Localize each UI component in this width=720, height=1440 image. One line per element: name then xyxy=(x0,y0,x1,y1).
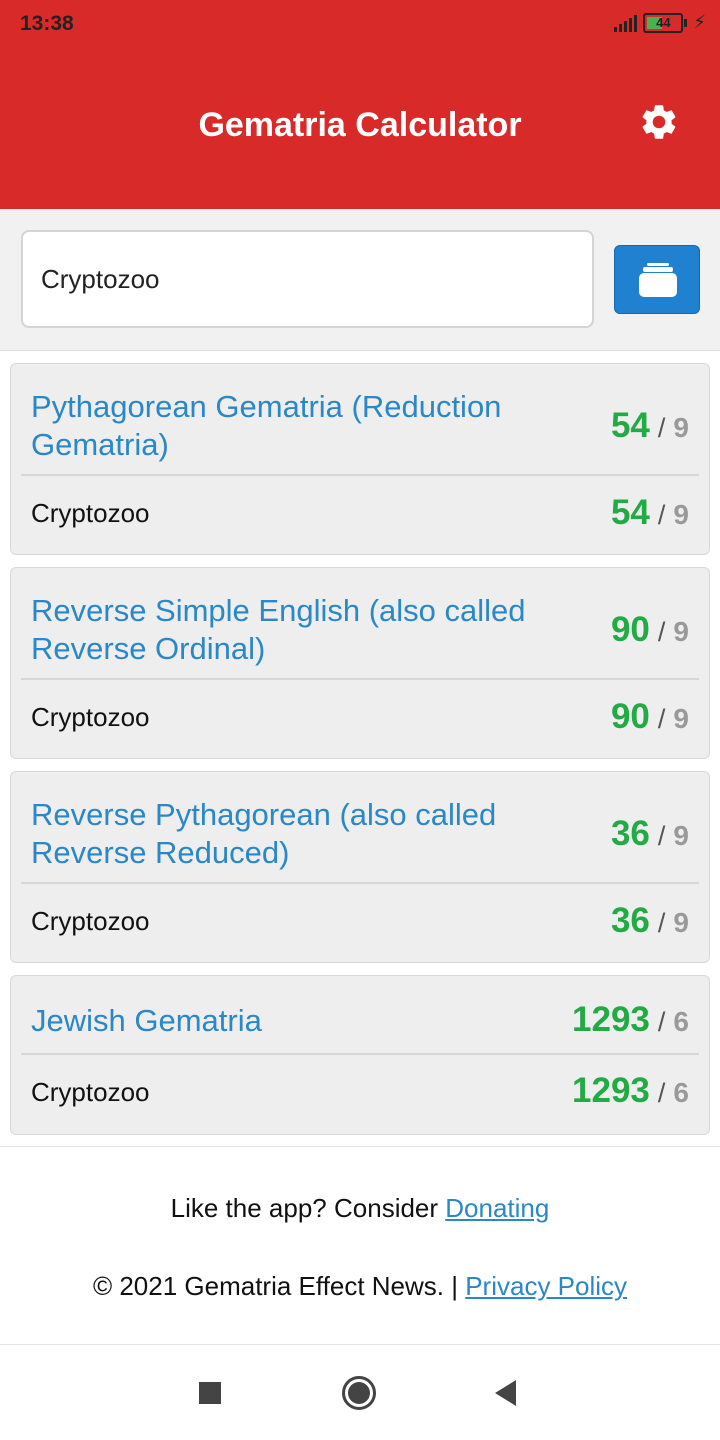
donate-link[interactable]: Donating xyxy=(445,1193,549,1223)
value-main: 36 xyxy=(610,901,650,940)
result-card: Pythagorean Gematria (Reduction Gematria… xyxy=(10,363,710,555)
cipher-name[interactable]: Jewish Gematria xyxy=(31,1002,571,1040)
battery-level: 44 xyxy=(656,14,671,30)
value-reduced: 9 xyxy=(673,820,689,851)
back-triangle-icon xyxy=(495,1380,516,1406)
value-main: 1293 xyxy=(572,1000,650,1039)
signal-icon xyxy=(614,14,638,32)
donate-line: Like the app? Consider Donating xyxy=(0,1193,720,1224)
recents-button[interactable] xyxy=(198,1381,222,1410)
battery-tip xyxy=(684,18,688,27)
charging-icon: ⚡ xyxy=(693,12,706,32)
copyright-line: © 2021 Gematria Effect News. | Privacy P… xyxy=(0,1271,720,1302)
value-main: 1293 xyxy=(572,1071,650,1110)
settings-button[interactable] xyxy=(638,101,680,143)
footer-divider xyxy=(0,1146,720,1147)
cipher-name[interactable]: Reverse Simple English (also called Reve… xyxy=(31,592,571,668)
value-separator: / xyxy=(657,908,666,938)
value-separator: / xyxy=(657,704,666,734)
status-time: 13:38 xyxy=(20,12,74,35)
value-separator: / xyxy=(657,1007,666,1037)
square-icon xyxy=(199,1382,221,1404)
copyright-text: © 2021 Gematria Effect News. | xyxy=(92,1271,466,1301)
gear-icon xyxy=(642,105,676,139)
privacy-policy-link[interactable]: Privacy Policy xyxy=(465,1271,627,1301)
value-reduced: 9 xyxy=(673,412,689,443)
value-separator: / xyxy=(657,413,666,443)
value-separator: / xyxy=(657,1078,666,1108)
word-label: Cryptozoo xyxy=(31,498,150,528)
word-label: Cryptozoo xyxy=(31,702,150,732)
cipher-value: 90 / 9 xyxy=(611,610,689,650)
back-button[interactable] xyxy=(494,1379,518,1412)
cipher-value: 1293 / 6 xyxy=(572,1000,689,1040)
value-separator: / xyxy=(657,821,666,851)
value-reduced: 9 xyxy=(673,907,689,938)
result-card: Jewish Gematria 1293 / 6 Cryptozoo 1293 … xyxy=(10,975,710,1135)
value-main: 36 xyxy=(610,814,650,853)
search-area: Cryptozoo xyxy=(0,209,720,351)
cipher-value: 36 / 9 xyxy=(611,814,689,854)
calculate-button[interactable] xyxy=(614,245,700,314)
value-separator: / xyxy=(657,500,666,530)
battery-icon: 44 xyxy=(643,12,684,33)
status-icons: 44 ⚡ xyxy=(614,12,706,33)
search-input[interactable]: Cryptozoo xyxy=(21,230,594,328)
word-label: Cryptozoo xyxy=(31,1077,150,1107)
value-reduced: 9 xyxy=(673,703,689,734)
value-main: 90 xyxy=(610,697,650,736)
value-main: 54 xyxy=(610,493,650,532)
word-value: 36 / 9 xyxy=(611,901,689,941)
word-value: 90 / 9 xyxy=(611,697,689,737)
value-reduced: 6 xyxy=(673,1077,689,1108)
home-button[interactable] xyxy=(341,1375,377,1416)
result-card: Reverse Simple English (also called Reve… xyxy=(10,567,710,759)
value-main: 54 xyxy=(610,406,650,445)
app-title: Gematria Calculator xyxy=(198,106,522,144)
system-nav-bar xyxy=(0,1344,720,1440)
value-main: 90 xyxy=(610,610,650,649)
app-bar: 13:38 44 ⚡ Gematria Calculator xyxy=(0,0,720,209)
value-separator: / xyxy=(657,617,666,647)
value-reduced: 9 xyxy=(673,499,689,530)
value-reduced: 9 xyxy=(673,616,689,647)
circle-icon xyxy=(342,1376,376,1410)
calculator-icon xyxy=(639,263,677,297)
word-label: Cryptozoo xyxy=(31,906,150,936)
cipher-name[interactable]: Pythagorean Gematria (Reduction Gematria… xyxy=(31,388,571,464)
cipher-name[interactable]: Reverse Pythagorean (also called Reverse… xyxy=(31,796,571,872)
word-value: 1293 / 6 xyxy=(572,1071,689,1111)
cipher-value: 54 / 9 xyxy=(611,406,689,446)
value-reduced: 6 xyxy=(673,1006,689,1037)
word-value: 54 / 9 xyxy=(611,493,689,533)
result-card: Reverse Pythagorean (also called Reverse… xyxy=(10,771,710,963)
donate-prefix: Like the app? Consider xyxy=(170,1193,446,1223)
